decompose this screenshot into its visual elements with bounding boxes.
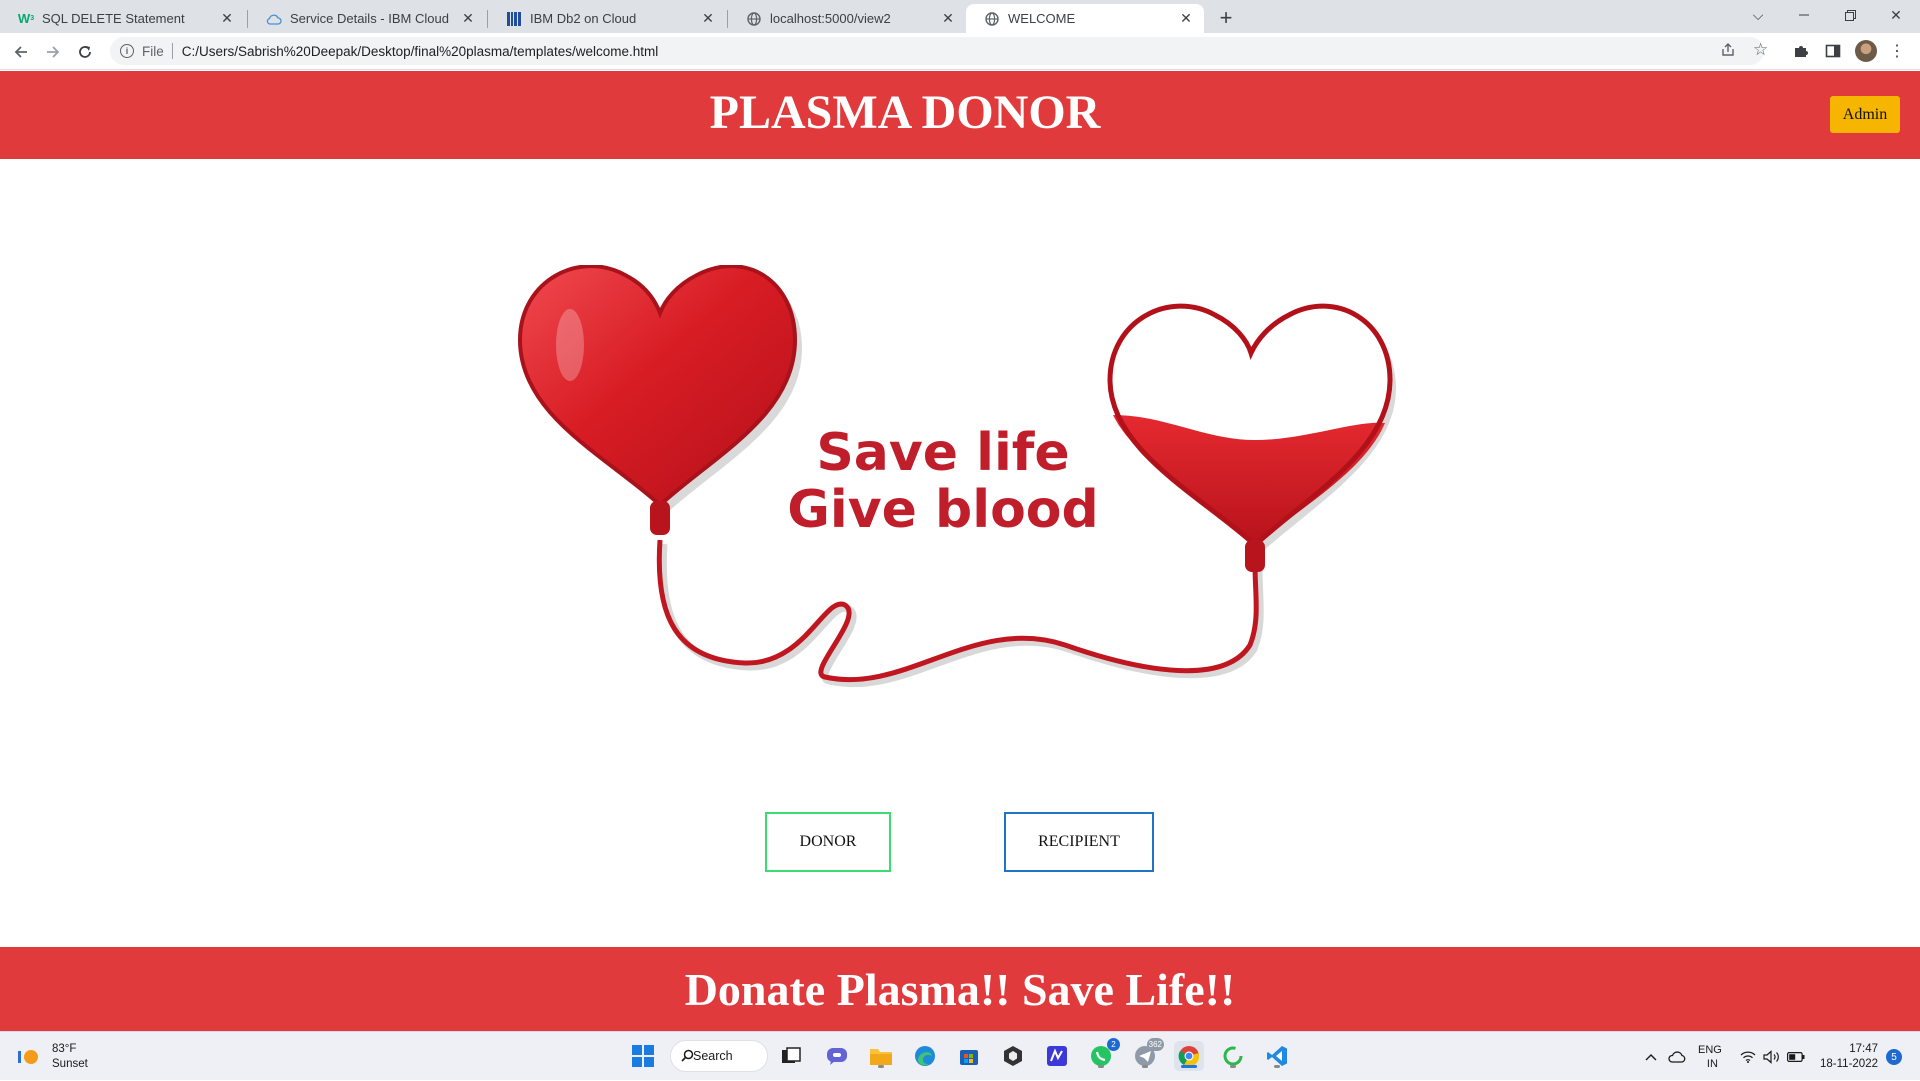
close-icon[interactable]: ✕ xyxy=(940,10,956,27)
footer-slogan: Donate Plasma!! Save Life!! xyxy=(684,963,1236,1015)
donor-button[interactable]: DONOR xyxy=(765,812,891,872)
close-icon[interactable]: ✕ xyxy=(460,10,476,27)
sunset-weather-icon xyxy=(18,1047,42,1067)
search-icon xyxy=(681,1049,694,1065)
taskbar: 83°F Sunset Search 2 362 ENG IN 17:47 18… xyxy=(0,1031,1920,1080)
profile-avatar[interactable] xyxy=(1855,40,1877,62)
wifi-icon[interactable] xyxy=(1740,1032,1756,1081)
tab-db2[interactable]: IBM Db2 on Cloud ✕ xyxy=(488,4,726,33)
new-tab-button[interactable]: + xyxy=(1213,5,1239,31)
running-indicator xyxy=(1274,1065,1280,1068)
share-icon[interactable] xyxy=(1720,42,1736,62)
minimize-icon[interactable] xyxy=(1781,0,1827,30)
unity-hub-icon[interactable] xyxy=(998,1041,1028,1071)
close-icon[interactable]: ✕ xyxy=(700,10,716,27)
back-arrow-icon[interactable] xyxy=(7,38,35,66)
address-bar[interactable]: i File C:/Users/Sabrish%20Deepak/Desktop… xyxy=(110,37,1764,65)
clock-date: 18-11-2022 xyxy=(1820,1058,1878,1070)
running-indicator xyxy=(878,1065,884,1068)
forward-arrow-icon[interactable] xyxy=(39,38,67,66)
whatsapp-icon[interactable]: 2 xyxy=(1086,1038,1120,1071)
page-footer: Donate Plasma!! Save Life!! xyxy=(0,947,1920,1031)
bookmark-star-icon[interactable]: ☆ xyxy=(1753,40,1768,60)
mathpix-icon[interactable] xyxy=(1042,1041,1072,1071)
tab-strip: W3 SQL DELETE Statement ✕ Service Detail… xyxy=(0,0,1920,33)
recipient-button[interactable]: RECIPIENT xyxy=(1004,812,1154,872)
onedrive-cloud-icon[interactable] xyxy=(1668,1032,1686,1081)
close-window-icon[interactable]: ✕ xyxy=(1873,0,1919,30)
tab-title: IBM Db2 on Cloud xyxy=(530,11,637,26)
tab-title: SQL DELETE Statement xyxy=(42,11,185,26)
page-title: PLASMA DONOR xyxy=(709,86,1101,139)
tab-sql-delete[interactable]: W3 SQL DELETE Statement ✕ xyxy=(0,4,245,33)
running-indicator xyxy=(1098,1065,1104,1068)
side-panel-icon[interactable] xyxy=(1822,40,1844,62)
tab-title: Service Details - IBM Cloud xyxy=(290,11,449,26)
windows-start-icon[interactable] xyxy=(628,1041,658,1071)
globe-icon xyxy=(746,11,762,27)
telegram-icon[interactable]: 362 xyxy=(1130,1038,1164,1071)
tab-search-icon[interactable]: ⌵ xyxy=(1735,0,1781,30)
whatsapp-badge: 2 xyxy=(1107,1038,1120,1051)
microsoft-store-icon[interactable] xyxy=(954,1041,984,1071)
globe-icon xyxy=(984,11,1000,27)
weather-condition: Sunset xyxy=(52,1058,88,1070)
taskbar-search[interactable]: Search xyxy=(670,1040,768,1072)
menu-kebab-icon[interactable]: ⋮ xyxy=(1886,40,1908,62)
edge-browser-icon[interactable] xyxy=(910,1041,940,1071)
running-indicator xyxy=(1142,1065,1148,1068)
volume-icon[interactable] xyxy=(1763,1032,1780,1081)
language-indicator[interactable]: ENG IN xyxy=(1698,1032,1722,1081)
teams-chat-icon[interactable] xyxy=(822,1041,852,1071)
search-label: Search xyxy=(693,1049,733,1063)
admin-button[interactable]: Admin xyxy=(1830,96,1900,133)
battery-icon[interactable] xyxy=(1787,1032,1805,1081)
tab-welcome[interactable]: WELCOME ✕ xyxy=(966,4,1204,33)
tab-service-details[interactable]: Service Details - IBM Cloud ✕ xyxy=(248,4,486,33)
restore-icon[interactable] xyxy=(1827,0,1873,30)
chrome-icon[interactable] xyxy=(1174,1041,1204,1071)
address-scheme: File xyxy=(142,43,164,59)
system-clock[interactable]: 17:47 18-11-2022 xyxy=(1812,1042,1878,1072)
telegram-badge: 362 xyxy=(1146,1038,1164,1051)
running-indicator xyxy=(1230,1065,1236,1068)
divider xyxy=(171,43,173,59)
region-code: IN xyxy=(1706,1057,1718,1070)
save-life-illustration: Save life Give blood xyxy=(505,264,1405,715)
address-url[interactable]: C:/Users/Sabrish%20Deepak/Desktop/final%… xyxy=(182,44,658,59)
task-view-icon[interactable] xyxy=(776,1041,806,1071)
notification-count-badge[interactable]: 5 xyxy=(1886,1049,1902,1065)
language-code: ENG xyxy=(1698,1043,1722,1056)
file-explorer-icon[interactable] xyxy=(866,1041,896,1071)
info-icon[interactable]: i xyxy=(120,44,134,58)
tab-title: localhost:5000/view2 xyxy=(770,11,891,26)
close-icon[interactable]: ✕ xyxy=(219,10,235,27)
close-icon[interactable]: ✕ xyxy=(1178,10,1194,27)
clock-time: 17:47 xyxy=(1849,1043,1878,1055)
reload-icon[interactable] xyxy=(71,38,99,66)
vscode-icon[interactable] xyxy=(1262,1041,1292,1071)
weather-widget[interactable]: 83°F Sunset xyxy=(18,1042,88,1072)
db2-icon xyxy=(506,11,522,27)
tab-title: WELCOME xyxy=(1008,11,1076,26)
weather-temp: 83°F xyxy=(52,1043,77,1055)
slogan-line-2: Give blood xyxy=(787,480,1099,540)
tab-localhost-view2[interactable]: localhost:5000/view2 ✕ xyxy=(728,4,966,33)
page-header: PLASMA DONOR Admin xyxy=(0,71,1920,159)
extensions-puzzle-icon[interactable] xyxy=(1790,40,1812,62)
browser-toolbar: i File C:/Users/Sabrish%20Deepak/Desktop… xyxy=(0,33,1920,70)
w3schools-icon: W3 xyxy=(17,11,35,26)
loading-app-icon[interactable] xyxy=(1218,1041,1248,1071)
running-indicator xyxy=(1181,1065,1197,1068)
tray-overflow-chevron-icon[interactable] xyxy=(1645,1032,1657,1081)
cloud-icon xyxy=(266,11,282,27)
slogan-line-1: Save life xyxy=(816,423,1069,483)
